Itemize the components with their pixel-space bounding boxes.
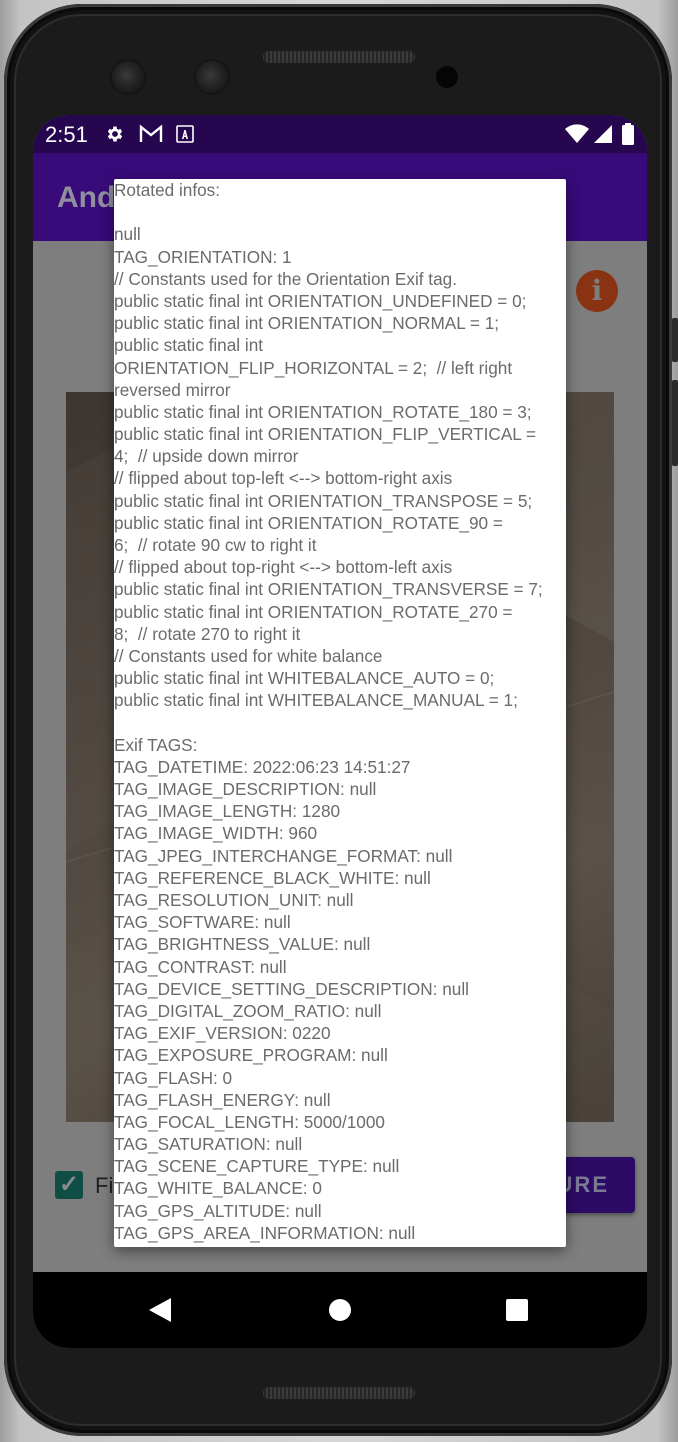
device-frame: 2:51 And i ✓ Fi URE Rotated infos: null … — [0, 0, 678, 1442]
dialog-line: TAG_FOCAL_LENGTH: 5000/1000 — [114, 1111, 385, 1132]
navigation-bar — [33, 1272, 647, 1348]
dialog-line: TAG_SATURATION: null — [114, 1134, 303, 1155]
dialog-line: public static final int ORIENTATION_NORM… — [114, 313, 500, 334]
dialog-line: ORIENTATION_FLIP_HORIZONTAL = 2; // left… — [114, 357, 513, 378]
rotated-infos-dialog: Rotated infos: null TAG_ORIENTATION: 1// C… — [114, 179, 566, 1247]
power-button — [672, 380, 678, 466]
dialog-line: TAG_ORIENTATION: 1 — [114, 246, 292, 267]
front-camera-icon — [112, 61, 144, 93]
dialog-line: TAG_SCENE_CAPTURE_TYPE: null — [114, 1156, 400, 1177]
dialog-line: null — [114, 224, 141, 245]
dialog-line: TAG_RESOLUTION_UNIT: null — [114, 890, 354, 910]
volume-button — [672, 318, 678, 362]
dialog-line: public static final int WHITEBALANCE_AUT… — [114, 668, 495, 689]
dialog-line: TAG_FLASH_ENERGY: null — [114, 1089, 331, 1110]
dialog-line: // flipped about top-right <--> bottom-l… — [114, 557, 453, 578]
wifi-icon — [565, 124, 589, 143]
dialog-line: TAG_IMAGE_WIDTH: 960 — [114, 823, 318, 844]
dialog-line: // flipped about top-left <--> bottom-ri… — [114, 468, 453, 489]
dialog-line: TAG_EXIF_VERSION: 0220 — [114, 1023, 331, 1044]
dialog-line: public static final int ORIENTATION_TRAN… — [114, 579, 543, 600]
dialog-line: public static final int ORIENTATION_FLIP… — [114, 424, 537, 445]
dialog-line: TAG_REFERENCE_BLACK_WHITE: null — [114, 867, 431, 888]
dialog-line: TAG_EXPOSURE_PROGRAM: null — [114, 1045, 388, 1066]
dialog-line: // Constants used for the Orientation Ex… — [114, 268, 457, 289]
gmail-icon — [139, 124, 163, 142]
dialog-line: TAG_JPEG_INTERCHANGE_FORMAT: null — [114, 845, 453, 866]
info-icon[interactable]: i — [576, 270, 618, 312]
home-icon[interactable] — [329, 1299, 351, 1321]
dialog-line: 8; // rotate 270 to right it — [114, 623, 301, 644]
dialog-line: public static final int ORIENTATION_ROTA… — [114, 512, 503, 533]
dialog-line: public static final int WHITEBALANCE_MAN… — [114, 690, 518, 711]
font-icon — [176, 125, 194, 143]
dialog-line: TAG_DATETIME: 2022:06:23 14:51:27 — [114, 756, 411, 777]
status-bar: 2:51 — [33, 115, 647, 153]
app-title: And — [57, 181, 116, 214]
dialog-line: public static final int ORIENTATION_ROTA… — [114, 601, 513, 622]
dialog-line: TAG_IMAGE_LENGTH: 1280 — [114, 801, 341, 822]
dialog-line: Rotated infos: — [114, 180, 221, 200]
battery-icon — [622, 123, 634, 145]
dialog-line — [114, 712, 566, 734]
dialog-line: public static final int ORIENTATION_UNDE… — [114, 290, 527, 311]
back-icon[interactable] — [149, 1298, 171, 1322]
dialog-line — [114, 201, 566, 223]
dialog-line: TAG_IMAGE_DESCRIPTION: null — [114, 779, 377, 800]
bottom-speaker — [262, 1386, 416, 1400]
dialog-line: public static final int ORIENTATION_TRAN… — [114, 490, 533, 511]
dialog-line: TAG_SOFTWARE: null — [114, 912, 291, 933]
dialog-line: TAG_FLASH: 0 — [114, 1067, 233, 1088]
dialog-line: Exif TAGS: — [114, 734, 198, 755]
recents-icon[interactable] — [506, 1299, 528, 1321]
gear-icon — [107, 126, 123, 142]
signal-icon — [594, 125, 612, 143]
dialog-line: TAG_GPS_AREA_INFORMATION: null — [114, 1222, 416, 1243]
dialog-line: TAG_WHITE_BALANCE: 0 — [114, 1178, 322, 1199]
dialog-line: TAG_GPS_ALTITUDE: null — [114, 1200, 322, 1221]
checkbox-label: Fi — [95, 1173, 114, 1198]
dialog-line: TAG_BRIGHTNESS_VALUE: null — [114, 934, 371, 955]
dialog-line: TAG_CONTRAST: null — [114, 956, 287, 977]
dialog-line: reversed mirror — [114, 379, 231, 400]
dialog-line: public static final int — [114, 335, 264, 356]
dialog-line: // Constants used for white balance — [114, 645, 383, 666]
dialog-line: public static final int ORIENTATION_ROTA… — [114, 401, 532, 422]
earpiece-speaker — [262, 50, 416, 64]
option-checkbox[interactable]: ✓ — [55, 1171, 83, 1199]
dialog-line: 4; // upside down mirror — [114, 446, 299, 467]
proximity-sensor-icon — [436, 66, 458, 88]
status-time: 2:51 — [45, 122, 88, 147]
dialog-line: 6; // rotate 90 cw to right it — [114, 535, 317, 555]
front-camera-secondary-icon — [196, 61, 228, 93]
dialog-line: TAG_DEVICE_SETTING_DESCRIPTION: null — [114, 978, 469, 999]
dialog-text: Rotated infos: null TAG_ORIENTATION: 1// C… — [114, 179, 566, 1244]
dialog-line: TAG_DIGITAL_ZOOM_RATIO: null — [114, 1000, 382, 1021]
